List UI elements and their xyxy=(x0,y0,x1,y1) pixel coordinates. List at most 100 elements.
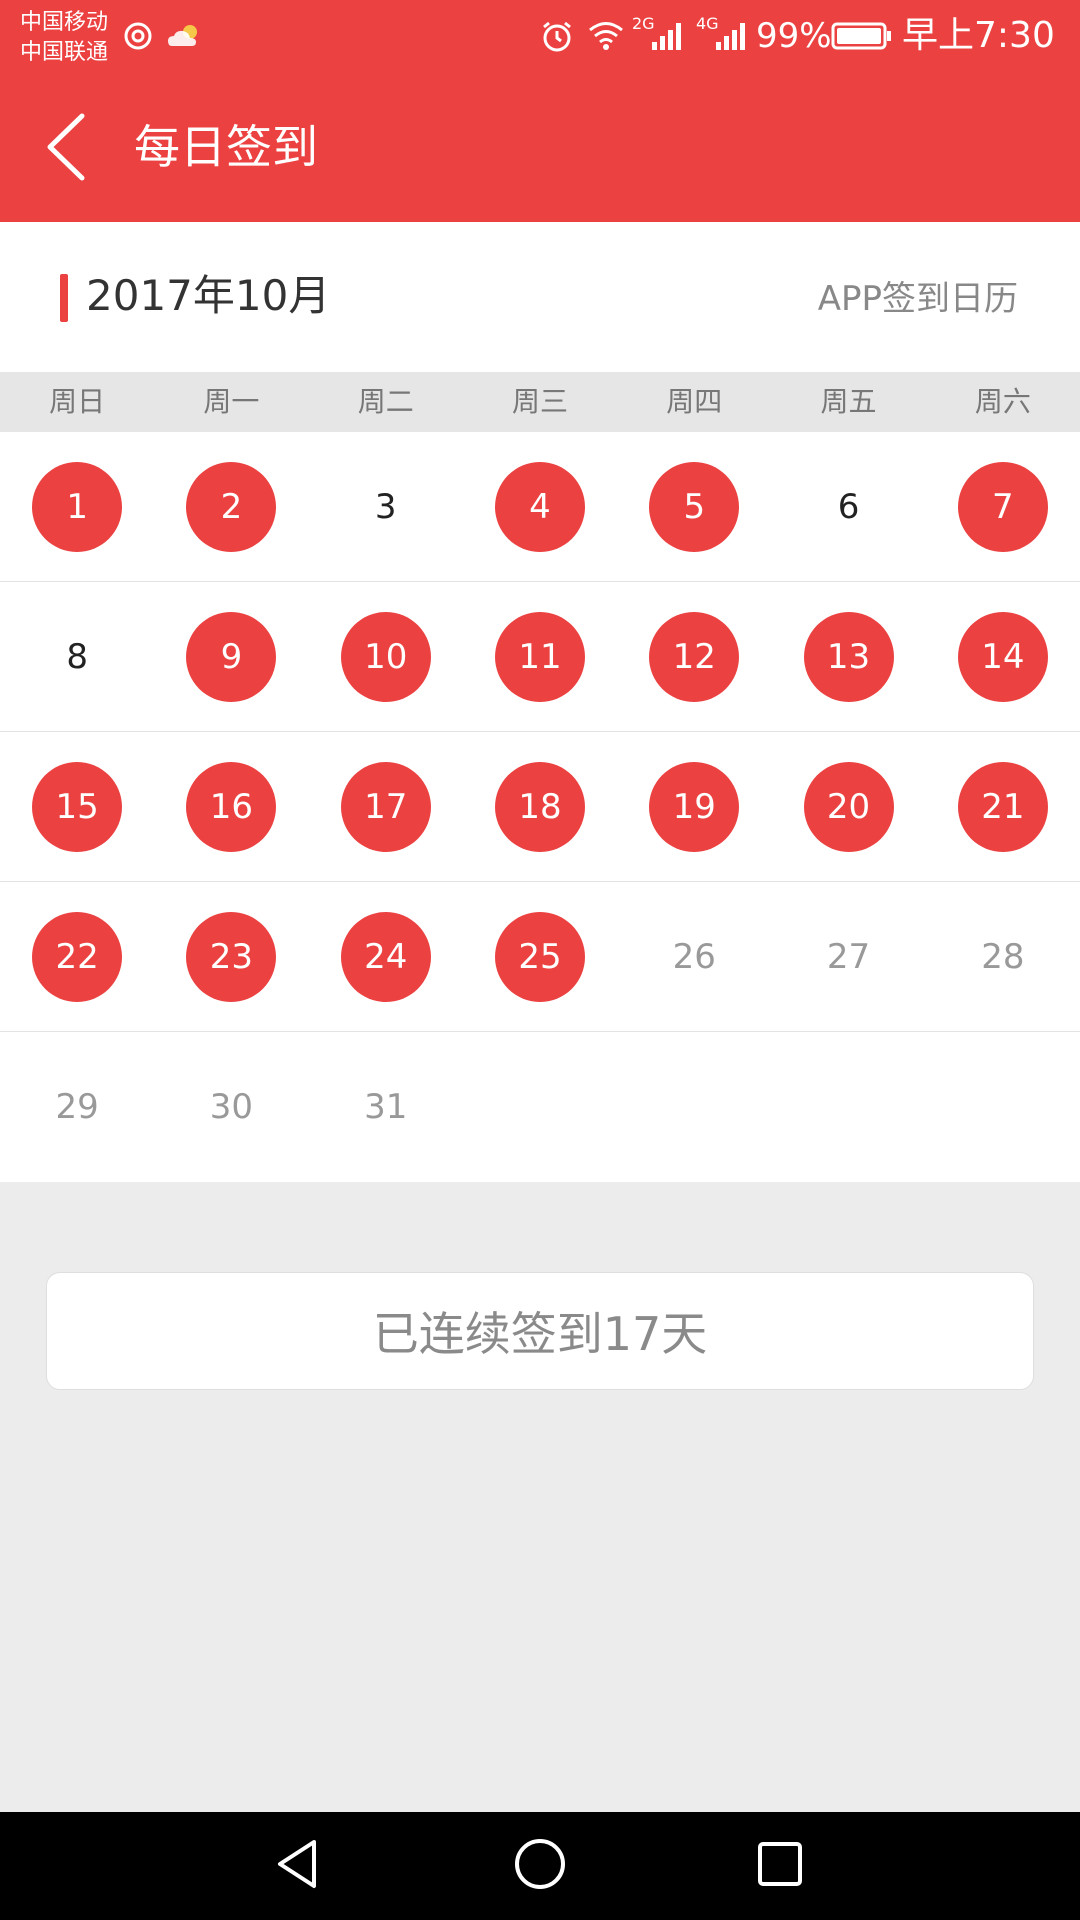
day-cell[interactable]: 1 xyxy=(0,432,154,581)
calendar-week-3: 15 16 17 18 19 20 21 xyxy=(0,732,1080,882)
day-number: 14 xyxy=(957,611,1048,702)
day-cell[interactable]: 31 xyxy=(309,1032,463,1182)
day-number: 26 xyxy=(672,936,716,977)
day-cell[interactable]: 16 xyxy=(154,732,308,881)
day-number: 12 xyxy=(649,611,740,702)
day-number: 3 xyxy=(374,486,397,527)
carrier-1: 中国移动 xyxy=(20,10,109,35)
app-bar: 每日签到 xyxy=(0,74,1080,222)
day-cell[interactable]: 10 xyxy=(309,582,463,731)
day-number: 24 xyxy=(340,911,431,1002)
day-cell-empty xyxy=(617,1032,771,1182)
day-number: 13 xyxy=(803,611,894,702)
calendar-header: 2017年10月 APP签到日历 xyxy=(0,222,1080,372)
day-cell[interactable]: 12 xyxy=(617,582,771,731)
calendar-grid: 1 2 3 4 5 6 7 8 9 10 11 12 13 14 15 16 1… xyxy=(0,432,1080,1182)
nav-back-button[interactable] xyxy=(258,1826,338,1906)
day-number: 11 xyxy=(494,611,585,702)
page-title: 每日签到 xyxy=(134,120,318,174)
day-number: 21 xyxy=(957,761,1048,852)
top-bar: 中国移动 中国联通 2G 4G 99% 早上7:30 每日签到 xyxy=(0,0,1080,222)
day-cell-empty xyxy=(926,1032,1080,1182)
day-cell[interactable]: 24 xyxy=(309,882,463,1031)
day-number: 25 xyxy=(494,911,585,1002)
day-cell[interactable]: 8 xyxy=(0,582,154,731)
day-number: 6 xyxy=(837,486,860,527)
calendar-week-1: 1 2 3 4 5 6 7 xyxy=(0,432,1080,582)
day-cell[interactable]: 5 xyxy=(617,432,771,581)
day-number xyxy=(649,1062,739,1152)
calendar-week-4: 22 23 24 25 26 27 28 xyxy=(0,882,1080,1032)
day-cell[interactable]: 2 xyxy=(154,432,308,581)
weekday-thu: 周四 xyxy=(666,385,723,418)
day-cell[interactable]: 11 xyxy=(463,582,617,731)
day-cell-empty xyxy=(771,1032,925,1182)
consecutive-checkin-summary: 已连续签到17天 xyxy=(46,1272,1034,1390)
carrier-2: 中国联通 xyxy=(20,40,109,65)
day-cell[interactable]: 7 xyxy=(926,432,1080,581)
day-cell[interactable]: 25 xyxy=(463,882,617,1031)
day-cell[interactable]: 6 xyxy=(771,432,925,581)
day-cell[interactable]: 29 xyxy=(0,1032,154,1182)
weekday-fri: 周五 xyxy=(820,385,877,418)
day-number: 2 xyxy=(186,461,277,552)
day-cell[interactable]: 27 xyxy=(771,882,925,1031)
day-cell[interactable]: 4 xyxy=(463,432,617,581)
triangle-back-icon xyxy=(268,1834,328,1898)
day-cell[interactable]: 30 xyxy=(154,1032,308,1182)
battery-percent: 99% xyxy=(756,16,832,56)
day-cell[interactable]: 20 xyxy=(771,732,925,881)
day-number: 19 xyxy=(649,761,740,852)
day-number xyxy=(804,1062,894,1152)
weekday-sun: 周日 xyxy=(49,385,106,418)
day-cell[interactable]: 13 xyxy=(771,582,925,731)
month-marker xyxy=(60,274,68,322)
day-number: 1 xyxy=(32,461,123,552)
day-cell[interactable]: 26 xyxy=(617,882,771,1031)
clock-time: 早上7:30 xyxy=(902,15,1055,56)
back-button[interactable] xyxy=(22,104,112,194)
battery-icon xyxy=(830,18,894,54)
day-cell[interactable]: 18 xyxy=(463,732,617,881)
weekday-sat: 周六 xyxy=(974,385,1031,418)
day-number: 8 xyxy=(66,636,88,677)
day-cell[interactable]: 23 xyxy=(154,882,308,1031)
month-title: 2017年10月 xyxy=(86,271,331,320)
day-cell[interactable]: 21 xyxy=(926,732,1080,881)
day-number: 18 xyxy=(494,761,585,852)
day-number: 5 xyxy=(649,461,740,552)
day-number: 4 xyxy=(494,461,585,552)
day-number: 22 xyxy=(32,911,123,1002)
circle-home-icon xyxy=(510,1834,570,1898)
day-cell[interactable]: 17 xyxy=(309,732,463,881)
nav-home-button[interactable] xyxy=(500,1826,580,1906)
carrier-labels: 中国移动 中国联通 xyxy=(20,8,108,68)
day-cell[interactable]: 9 xyxy=(154,582,308,731)
day-number: 10 xyxy=(340,611,431,702)
day-number: 27 xyxy=(826,936,871,977)
day-number: 15 xyxy=(32,761,123,852)
day-number: 23 xyxy=(186,911,277,1002)
weather-cloud-icon xyxy=(164,18,204,54)
chevron-left-icon xyxy=(42,112,92,186)
day-number xyxy=(958,1062,1048,1152)
day-cell[interactable]: 28 xyxy=(926,882,1080,1031)
day-number: 7 xyxy=(957,461,1048,552)
app-checkin-calendar-link[interactable]: APP签到日历 xyxy=(818,276,1018,322)
day-cell[interactable]: 19 xyxy=(617,732,771,881)
day-cell[interactable]: 3 xyxy=(309,432,463,581)
day-cell[interactable]: 15 xyxy=(0,732,154,881)
weekday-mon: 周一 xyxy=(203,385,260,418)
signal-strength-icon xyxy=(712,18,752,54)
day-number: 9 xyxy=(186,611,277,702)
square-recents-icon xyxy=(750,1834,810,1898)
day-number: 28 xyxy=(981,936,1025,977)
day-cell[interactable]: 14 xyxy=(926,582,1080,731)
signal-strength-icon xyxy=(648,18,688,54)
nav-recents-button[interactable] xyxy=(740,1826,820,1906)
day-number: 17 xyxy=(340,761,431,852)
weekday-tue: 周二 xyxy=(357,385,414,418)
calendar-week-2: 8 9 10 11 12 13 14 xyxy=(0,582,1080,732)
notification-app-icon xyxy=(120,18,156,54)
day-cell[interactable]: 22 xyxy=(0,882,154,1031)
